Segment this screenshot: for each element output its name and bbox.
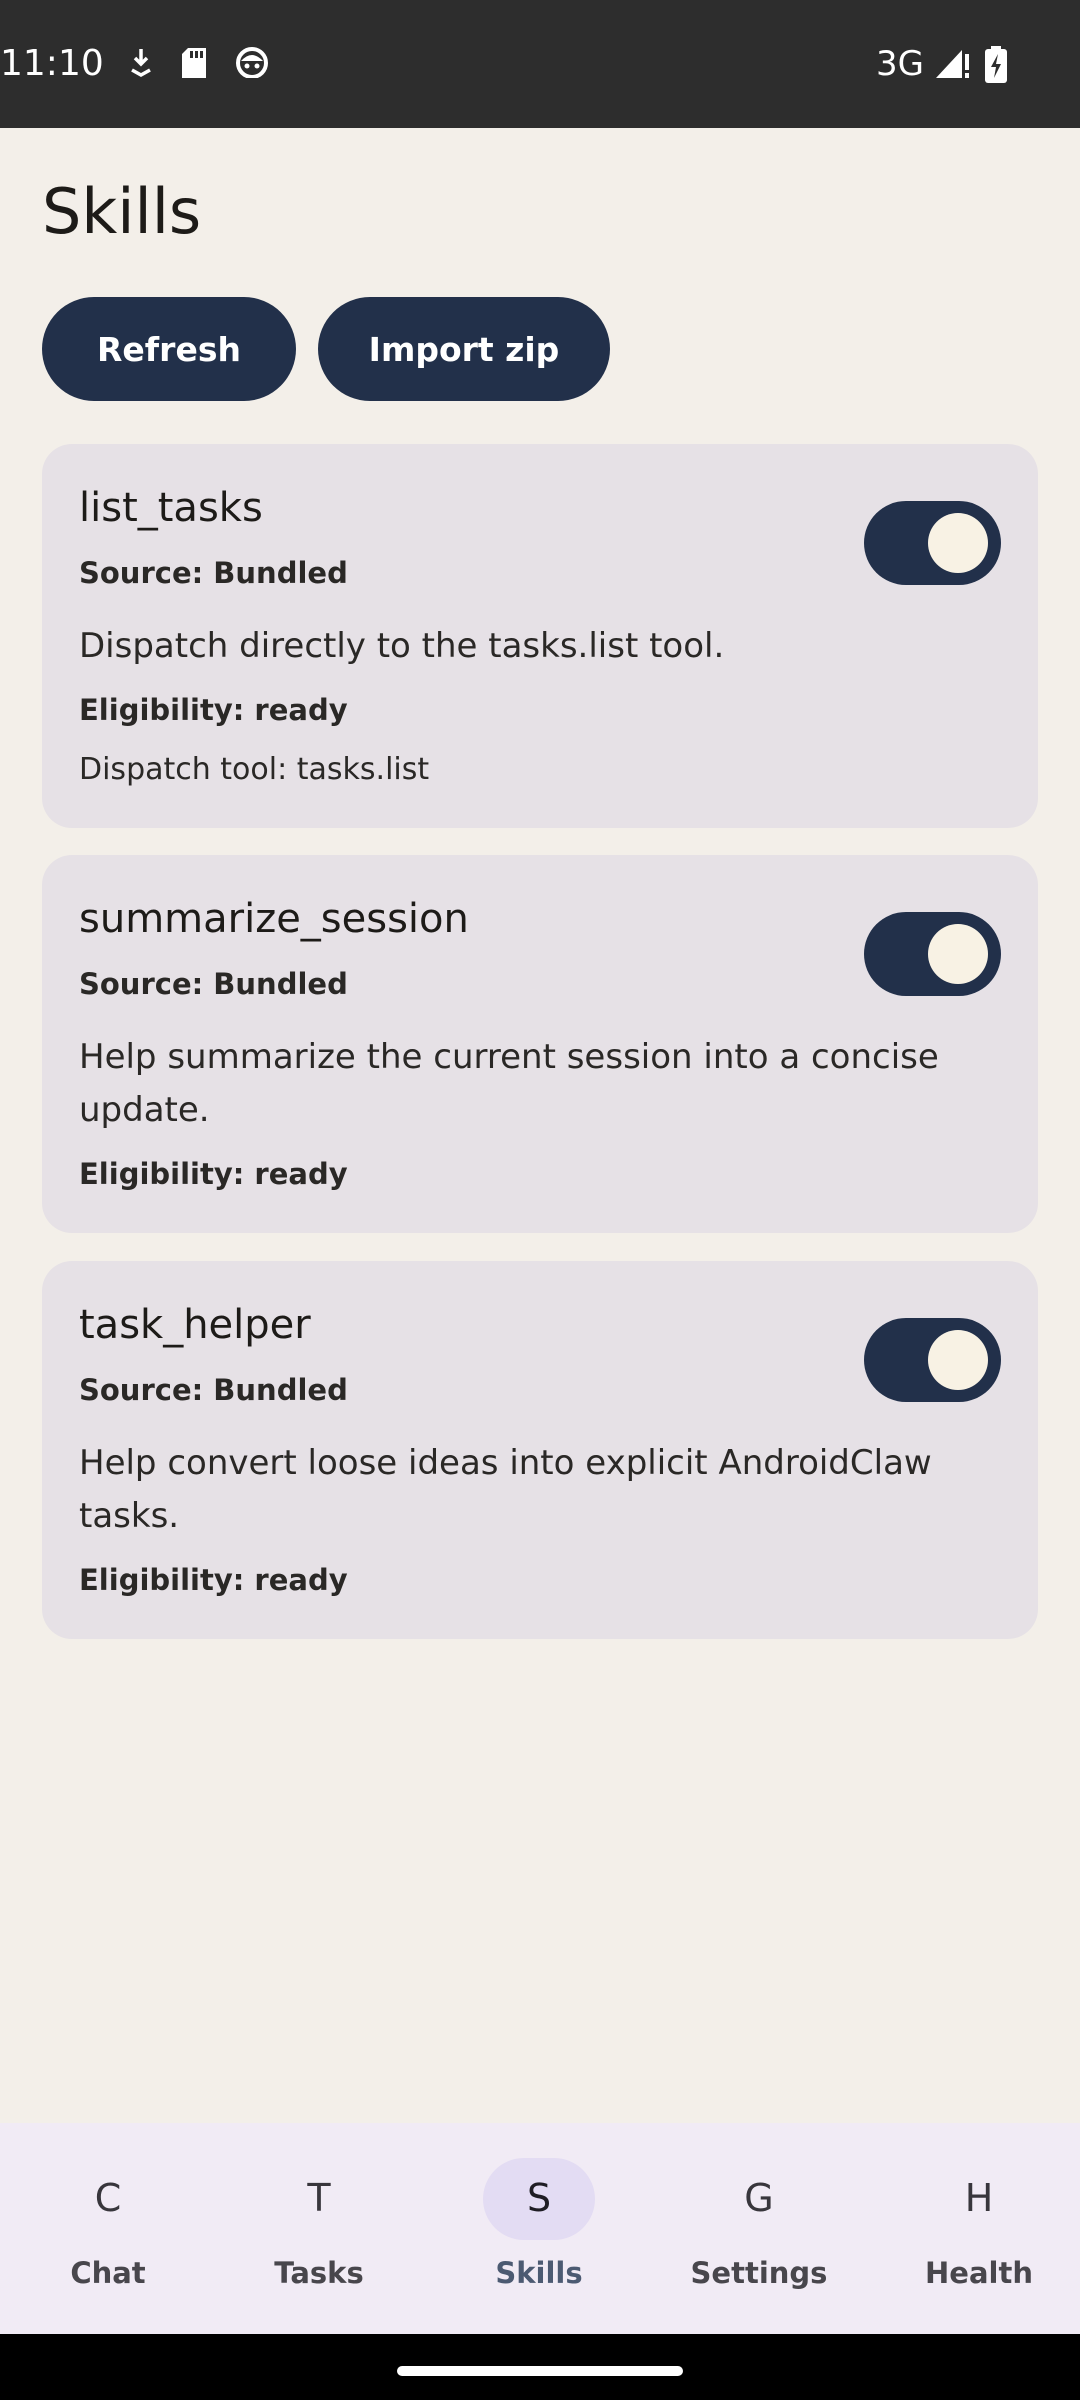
nav-icon-letter: H — [964, 2176, 994, 2220]
bottom-navigation: C Chat T Tasks S Skills G Settings H Hea… — [0, 2123, 1080, 2334]
skill-eligibility: Eligibility: ready — [79, 693, 348, 727]
download-icon — [131, 49, 151, 78]
nav-icon-letter: C — [94, 2176, 122, 2220]
nav-item-health[interactable]: H Health — [871, 2123, 1080, 2334]
import-zip-button[interactable]: Import zip — [318, 297, 610, 401]
toggle-knob — [928, 513, 988, 573]
nav-icon-letter: G — [744, 2176, 774, 2220]
skill-enabled-toggle[interactable] — [864, 912, 1001, 996]
skill-card-list-tasks: list_tasks Source: Bundled Dispatch dire… — [42, 444, 1038, 828]
nav-item-chat[interactable]: C Chat — [0, 2123, 216, 2334]
nav-icon-letter: T — [307, 2176, 331, 2220]
skill-name: list_tasks — [79, 485, 263, 531]
nav-label: Tasks — [274, 2256, 364, 2290]
toggle-knob — [928, 924, 988, 984]
gesture-navigation-area — [0, 2334, 1080, 2400]
skills-screen: 11:10 3G Skills Refresh Import zip list_… — [0, 0, 1080, 2400]
sd-card-icon — [182, 48, 206, 78]
skill-source: Source: Bundled — [79, 1373, 348, 1407]
status-bar: 11:10 3G — [0, 0, 1080, 128]
page-title: Skills — [42, 175, 202, 248]
skill-eligibility: Eligibility: ready — [79, 1563, 348, 1597]
skill-source: Source: Bundled — [79, 967, 348, 1001]
network-type-label: 3G — [876, 44, 924, 84]
nav-label: Skills — [495, 2256, 583, 2290]
status-time: 11:10 — [0, 43, 104, 84]
battery-charging-icon — [985, 46, 1007, 83]
nav-icon-letter: S — [526, 2176, 552, 2220]
skill-description: Help summarize the current session into … — [79, 1037, 939, 1130]
refresh-button[interactable]: Refresh — [42, 297, 296, 401]
nav-label: Chat — [70, 2256, 146, 2290]
skill-card-summarize-session: summarize_session Source: Bundled Help s… — [42, 855, 1038, 1233]
android-debug-icon — [236, 47, 268, 78]
nav-item-settings[interactable]: G Settings — [651, 2123, 867, 2334]
skill-description: Dispatch directly to the tasks.list tool… — [79, 626, 725, 666]
skill-enabled-toggle[interactable] — [864, 501, 1001, 585]
skill-name: summarize_session — [79, 896, 469, 942]
skill-card-task-helper: task_helper Source: Bundled Help convert… — [42, 1261, 1038, 1639]
nav-item-tasks[interactable]: T Tasks — [211, 2123, 427, 2334]
skill-eligibility: Eligibility: ready — [79, 1157, 348, 1191]
signal-icon — [936, 50, 969, 78]
skill-name: task_helper — [79, 1302, 311, 1348]
nav-label: Health — [925, 2256, 1033, 2290]
skill-source: Source: Bundled — [79, 556, 348, 590]
nav-label: Settings — [690, 2256, 828, 2290]
skill-enabled-toggle[interactable] — [864, 1318, 1001, 1402]
skill-dispatch-tool: Dispatch tool: tasks.list — [79, 752, 430, 787]
skill-description: Help convert loose ideas into explicit A… — [79, 1443, 932, 1536]
toggle-knob — [928, 1330, 988, 1390]
nav-item-skills[interactable]: S Skills — [431, 2123, 647, 2334]
home-gesture-handle[interactable] — [397, 2366, 683, 2376]
